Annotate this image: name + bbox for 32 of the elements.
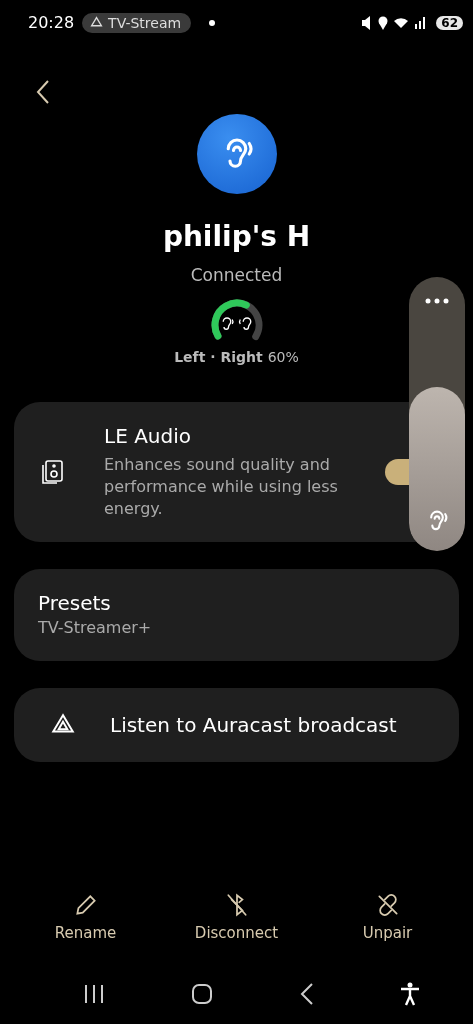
setting-title: LE Audio — [104, 424, 192, 448]
battery-level: 62 — [436, 15, 463, 30]
chip-label: TV-Stream — [108, 14, 182, 31]
setting-title: Presets — [38, 591, 111, 615]
back-icon[interactable] — [299, 983, 314, 1005]
speaker-icon — [42, 459, 64, 485]
accessibility-icon[interactable] — [399, 982, 420, 1006]
volume-slider[interactable] — [409, 277, 465, 551]
clock: 20:28 — [28, 13, 75, 32]
battery-reading: 60% — [267, 349, 299, 365]
connection-status: Connected — [190, 265, 283, 285]
home-icon[interactable] — [191, 983, 214, 1005]
device-name: philip's H — [162, 220, 311, 253]
location-icon — [378, 15, 389, 30]
more-icon[interactable] — [425, 298, 449, 304]
battery-label: Left · Right — [174, 349, 263, 365]
rename-button[interactable]: Rename — [25, 892, 146, 942]
broadcast-icon — [90, 16, 104, 29]
presets-card[interactable]: Presets TV-Streamer+ — [14, 569, 459, 661]
back-button[interactable] — [36, 79, 50, 105]
setting-title: Listen to Auracast broadcast — [110, 713, 397, 737]
unpair-button[interactable]: Unpair — [327, 892, 448, 942]
auracast-card[interactable]: Listen to Auracast broadcast — [14, 688, 459, 762]
setting-description: Enhances sound quality and performance while using less energy. — [104, 454, 339, 520]
recents-icon[interactable] — [83, 984, 106, 1004]
disconnect-button[interactable]: Disconnect — [176, 892, 297, 942]
toggle-switch[interactable] — [385, 459, 409, 485]
wifi-icon — [394, 17, 409, 28]
setting-value: TV-Streamer+ — [38, 617, 152, 639]
signal-icon — [414, 16, 427, 29]
mute-icon — [362, 15, 373, 30]
dot-icon — [209, 19, 216, 26]
